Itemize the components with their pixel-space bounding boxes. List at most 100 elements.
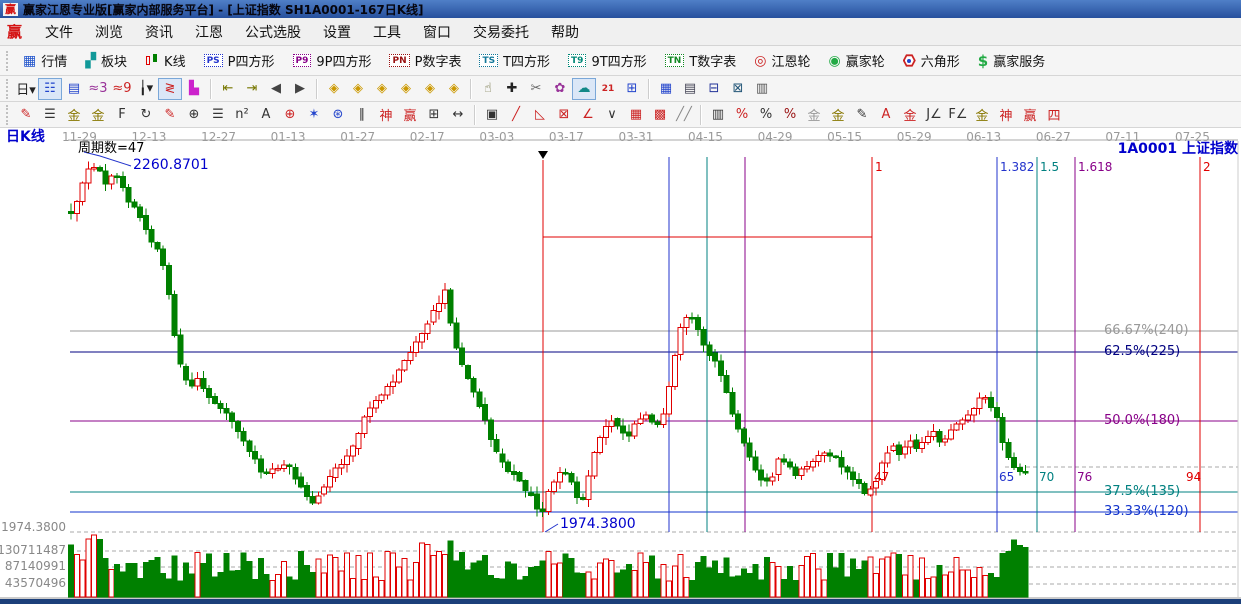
percent-red-icon[interactable]: % (778, 104, 802, 126)
cloud-tool-icon[interactable]: ☁ (572, 78, 596, 100)
snip-icon[interactable]: ✂ (524, 78, 548, 100)
angle-a-icon[interactable]: A (254, 104, 278, 126)
feature-p-number-table-button[interactable]: PNP数字表 (380, 48, 470, 74)
menu-item-formula-picker[interactable]: 公式选股 (234, 22, 312, 42)
angle-rays-icon[interactable]: ∠ (576, 104, 600, 126)
select-box-icon[interactable]: ▣ (480, 104, 504, 126)
percent-icon[interactable]: % (754, 104, 778, 126)
histogram-icon[interactable]: ▙ (182, 78, 206, 100)
cycle-count-94: 94 (1186, 471, 1201, 484)
shift-left-icon[interactable]: ◈ (322, 78, 346, 100)
gold-lines2-icon[interactable]: 金 (86, 104, 110, 126)
expand-x-icon[interactable]: ◈ (370, 78, 394, 100)
shen-lines-icon[interactable]: 神 (374, 104, 398, 126)
check-lines-icon[interactable]: ∨ (600, 104, 624, 126)
j-angle-icon[interactable]: J∠ (922, 104, 946, 126)
feature-p-square-button[interactable]: PSP四方形 (195, 48, 284, 74)
page-left-icon[interactable]: ◀ (264, 78, 288, 100)
gold-top-icon[interactable]: 金 (826, 104, 850, 126)
menu-item-window[interactable]: 窗口 (412, 22, 462, 42)
gold-angle-icon[interactable]: 金 (970, 104, 994, 126)
bar-style-dropdown[interactable]: ╽▾ (134, 78, 158, 100)
wave-a-icon[interactable]: A (874, 104, 898, 126)
calculator-icon[interactable]: ⊞ (620, 78, 644, 100)
n2-icon[interactable]: n² (230, 104, 254, 126)
width-arrows-icon[interactable]: ↔ (446, 104, 470, 126)
web-box-icon[interactable]: ⊠ (552, 104, 576, 126)
dense-lines-icon[interactable]: ☰ (206, 104, 230, 126)
menu-item-news[interactable]: 资讯 (134, 22, 184, 42)
feature-t9-square-button[interactable]: T99T四方形 (559, 48, 656, 74)
wave-3-icon[interactable]: ≈3 (86, 78, 110, 100)
info-doc-icon[interactable]: ▤ (62, 78, 86, 100)
page-right-icon[interactable]: ▶ (288, 78, 312, 100)
feature-gann-wheel-button[interactable]: ◎江恩轮 (745, 48, 819, 74)
ying-lines-icon[interactable]: 赢 (398, 104, 422, 126)
calendar-icon[interactable]: 21 (596, 78, 620, 100)
feature-winner-service-button[interactable]: $赢家服务 (969, 48, 1054, 74)
compress-x-icon[interactable]: ◈ (394, 78, 418, 100)
pencil-lines-icon[interactable]: ✎ (850, 104, 874, 126)
feature-p9-square-button[interactable]: P99P四方形 (284, 48, 381, 74)
chart-pattern-icon[interactable]: ☷ (38, 78, 62, 100)
percent-line-icon[interactable]: % (730, 104, 754, 126)
goto-end-icon[interactable]: ⇥ (240, 78, 264, 100)
kline-chart-canvas[interactable] (0, 128, 1241, 604)
feature-t-square-button[interactable]: TST四方形 (470, 48, 559, 74)
web-icon[interactable]: ⊛ (326, 104, 350, 126)
fan-box-icon[interactable]: ◺ (528, 104, 552, 126)
menu-item-trade-entrust[interactable]: 交易委托 (462, 22, 540, 42)
date-label-06-27: 06-27 (1036, 130, 1071, 144)
ribbon-tool-icon[interactable]: ✿ (548, 78, 572, 100)
menu-item-tools[interactable]: 工具 (362, 22, 412, 42)
feature-sectors-label: 板块 (101, 51, 127, 70)
wave-9-icon[interactable]: ≈9 (110, 78, 134, 100)
draw-pencil-icon[interactable]: ✎ (14, 104, 38, 126)
fib-lines-icon[interactable]: F (110, 104, 134, 126)
feature-sectors-button[interactable]: ▞板块 (76, 48, 136, 74)
zigzag-icon[interactable]: ≷ (158, 78, 182, 100)
feature-t-number-table-button[interactable]: TNT数字表 (656, 48, 746, 74)
shift-right-icon[interactable]: ◈ (346, 78, 370, 100)
expand-all-icon[interactable]: ◈ (418, 78, 442, 100)
circle-cross-icon[interactable]: ⊕ (278, 104, 302, 126)
menu-item-settings[interactable]: 设置 (312, 22, 362, 42)
diag-lines-icon[interactable]: ╱╱ (672, 104, 696, 126)
export-icon[interactable]: ⊠ (726, 78, 750, 100)
compress-all-icon[interactable]: ◈ (442, 78, 466, 100)
gold-red-icon[interactable]: 金 (898, 104, 922, 126)
draw-pencil2-icon[interactable]: ✎ (158, 104, 182, 126)
trend-lines-icon[interactable]: ☰ (38, 104, 62, 126)
feature-winner-wheel-button[interactable]: ◉赢家轮 (820, 48, 894, 74)
menu-item-help[interactable]: 帮助 (540, 22, 590, 42)
red-grid-icon[interactable]: ▦ (624, 104, 648, 126)
stats-icon[interactable]: ▦ (654, 78, 678, 100)
menu-item-browse[interactable]: 浏览 (84, 22, 134, 42)
notes-icon[interactable]: ▤ (678, 78, 702, 100)
menu-item-gann[interactable]: 江恩 (184, 22, 234, 42)
spiral-icon[interactable]: ↻ (134, 104, 158, 126)
goto-start-icon[interactable]: ⇤ (216, 78, 240, 100)
pan-hand-icon[interactable]: ☝ (476, 78, 500, 100)
print-icon[interactable]: ▥ (750, 78, 774, 100)
menu-item-file[interactable]: 文件 (34, 22, 84, 42)
gann-fan-icon[interactable]: ╱ (504, 104, 528, 126)
feature-quotes-button[interactable]: ▦行情 (14, 48, 76, 74)
clock-circle-icon[interactable]: ⊕ (182, 104, 206, 126)
f-angle-icon[interactable]: F∠ (946, 104, 970, 126)
shen-angle-icon[interactable]: 神 (994, 104, 1018, 126)
grid-123-icon[interactable]: ⊞ (422, 104, 446, 126)
period-style-dropdown[interactable]: 日▾ (14, 78, 38, 100)
save-icon[interactable]: ⊟ (702, 78, 726, 100)
star-compass-icon[interactable]: ✶ (302, 104, 326, 126)
gold-lines-icon[interactable]: 金 (62, 104, 86, 126)
ying-angle-icon[interactable]: 赢 (1018, 104, 1042, 126)
red-grid2-icon[interactable]: ▩ (648, 104, 672, 126)
scale-icon[interactable]: ▥ (706, 104, 730, 126)
si-angle-icon[interactable]: 四 (1042, 104, 1066, 126)
bars-pair-icon[interactable]: ∥ (350, 104, 374, 126)
gold-circle-icon[interactable]: 金 (802, 104, 826, 126)
crosshair-icon[interactable]: ✚ (500, 78, 524, 100)
feature-kline-button[interactable]: K线 (136, 48, 195, 74)
feature-hexagon-button[interactable]: 六角形 (894, 48, 969, 74)
